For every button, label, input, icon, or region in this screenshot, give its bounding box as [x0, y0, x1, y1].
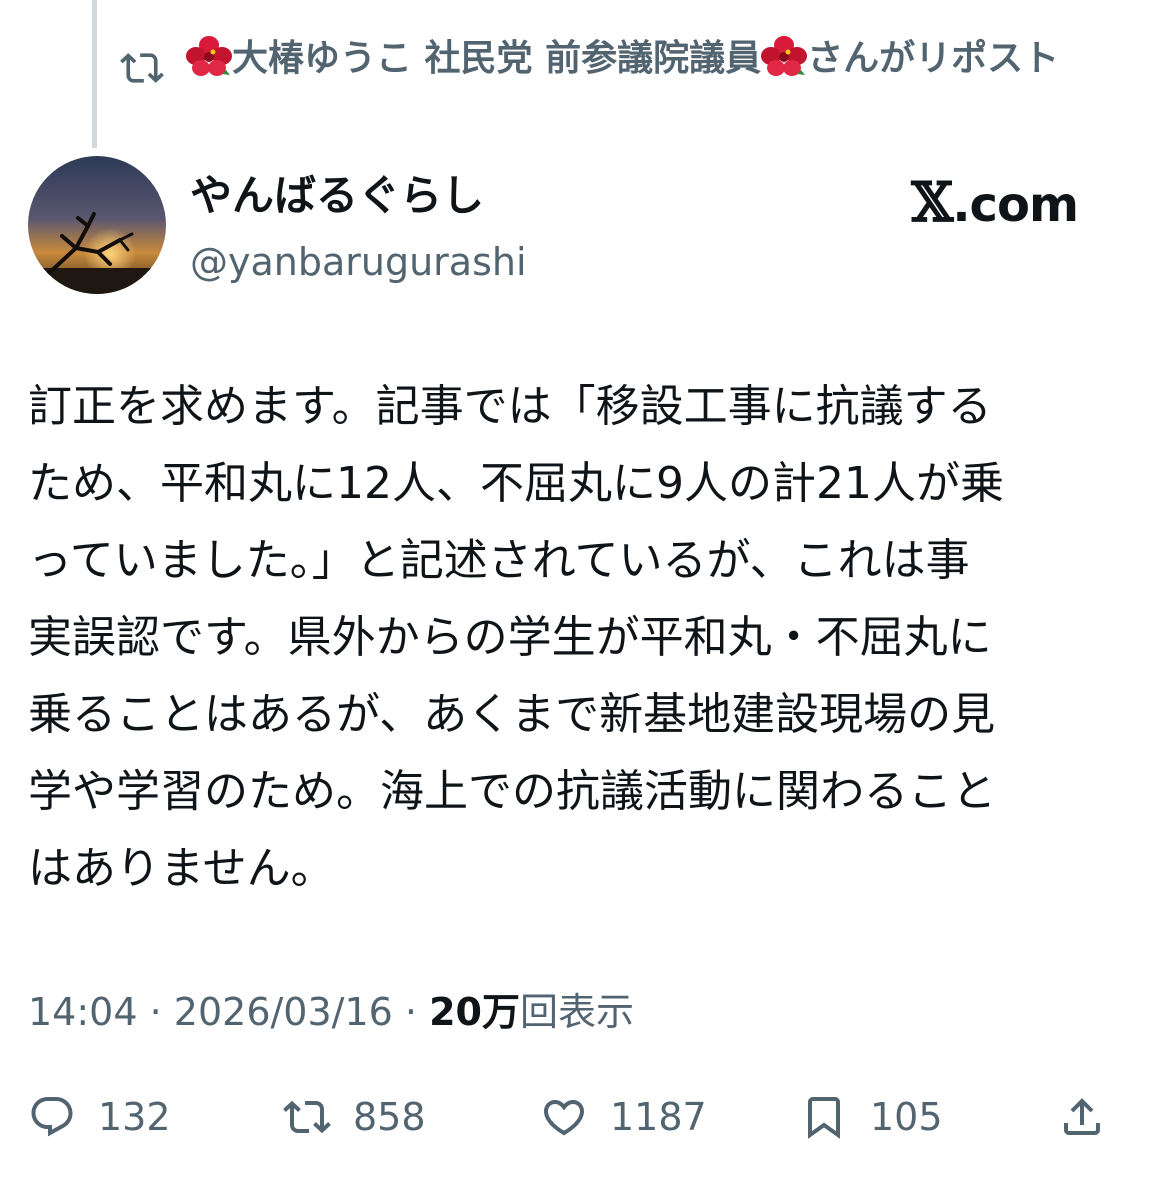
reply-count: 132 — [98, 1095, 171, 1139]
like-count: 1187 — [610, 1095, 707, 1139]
like-button[interactable]: 1187 — [540, 1082, 707, 1152]
tweet-text-line: 学や学習のため。海上での抗議活動に関わること — [28, 766, 996, 817]
tweet-text-line: 実誤認です。県外からの学生が平和丸・不屈丸に — [28, 612, 992, 663]
author-display-name[interactable]: やんばるぐらし — [190, 166, 527, 226]
tweet-date[interactable]: 2026/03/16 — [174, 990, 393, 1034]
tweet-text-line: ため、平和丸に12人、不屈丸に9人の計21人が乗 — [28, 458, 1004, 509]
bookmark-button[interactable]: 105 — [800, 1082, 943, 1152]
tweet-text-line: はありません。 — [28, 843, 335, 894]
watermark-domain: .com — [952, 177, 1079, 233]
share-icon — [1064, 1098, 1100, 1135]
repost-banner[interactable]: 大椿ゆうこ 社民党 前参議院議員 さんがリポスト — [120, 34, 1080, 102]
bookmark-icon — [808, 1097, 840, 1139]
meta-separator: · — [404, 990, 418, 1034]
tweet-text-line: 訂正を求めます。記事では「移設工事に抗議する — [28, 381, 992, 432]
bookmark-count: 105 — [870, 1095, 943, 1139]
hibiscus-emoji-icon — [186, 36, 232, 76]
repost-icon — [120, 46, 176, 102]
reply-button[interactable]: 132 — [28, 1082, 171, 1152]
repost-suffix: さんがリポスト — [807, 38, 1060, 79]
tweet-actions-bar: 132 858 1187 105 — [28, 1082, 1118, 1152]
repost-button[interactable]: 858 — [283, 1082, 426, 1152]
avatar[interactable] — [28, 156, 166, 294]
thread-connector-line — [92, 0, 97, 148]
tweet-text-line: 乗ることはあるが、あくまで新基地建設現場の見 — [28, 689, 996, 740]
x-logo-icon: 𝕏 — [911, 170, 953, 234]
heart-icon — [543, 1100, 585, 1136]
reply-icon — [31, 1097, 73, 1137]
repost-user-name[interactable]: 大椿ゆうこ 社民党 前参議院議員 — [232, 38, 761, 79]
tweet-time[interactable]: 14:04 — [28, 990, 138, 1034]
tweet-text: 訂正を求めます。記事では「移設工事に抗議する ため、平和丸に12人、不屈丸に9人の… — [28, 368, 1123, 907]
tweet-text-line: っていました。」と記述されているが、これは事 — [28, 535, 970, 586]
author-info[interactable]: やんばるぐらし @yanbarugurashi — [190, 166, 527, 290]
x-com-watermark: 𝕏.com — [911, 170, 1079, 234]
views-label: 回表示 — [520, 990, 635, 1034]
views-count[interactable]: 20万 — [429, 990, 520, 1034]
tweet-meta: 14:04 · 2026/03/16 · 20万回表示 — [28, 986, 634, 1038]
tweet-header: やんばるぐらし @yanbarugurashi 𝕏.com — [28, 156, 1118, 302]
repost-banner-text[interactable]: 大椿ゆうこ 社民党 前参議院議員 さんがリポスト — [186, 34, 1059, 84]
share-button[interactable] — [1058, 1082, 1106, 1152]
hibiscus-emoji-icon — [761, 36, 808, 76]
meta-separator: · — [149, 990, 162, 1034]
repost-icon — [283, 1100, 331, 1134]
author-handle[interactable]: @yanbarugurashi — [190, 234, 527, 290]
repost-count: 858 — [353, 1095, 426, 1139]
